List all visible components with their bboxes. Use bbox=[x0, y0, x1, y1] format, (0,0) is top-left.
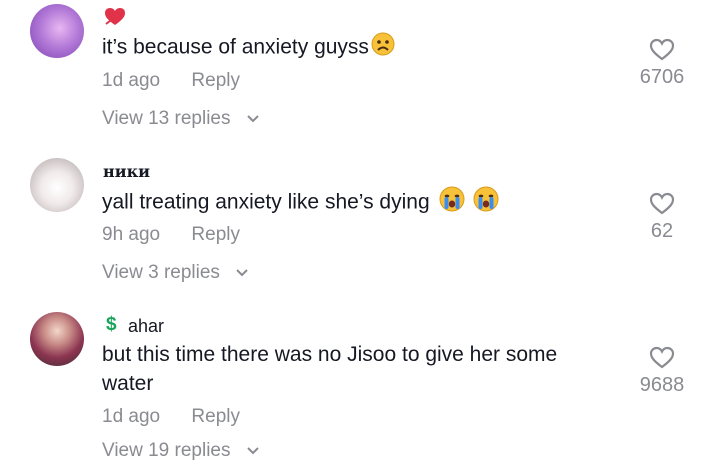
reply-button[interactable]: Reply bbox=[191, 406, 240, 428]
view-replies-button[interactable]: View 3 replies bbox=[102, 262, 249, 284]
comment-age: 9h ago bbox=[102, 224, 161, 245]
comment-text: it’s because of anxiety guyss bbox=[102, 32, 622, 64]
chevron-down-icon bbox=[246, 440, 260, 462]
comment-meta: 9h ago Reply bbox=[102, 224, 240, 246]
like-button[interactable]: 62 bbox=[627, 192, 697, 243]
like-button[interactable]: 6706 bbox=[627, 38, 697, 89]
like-count: 6706 bbox=[639, 66, 685, 88]
comment-meta: 1d ago Reply bbox=[102, 70, 240, 92]
avatar[interactable] bbox=[30, 4, 84, 58]
username[interactable]: ники bbox=[103, 162, 150, 181]
like-button[interactable]: 9688 bbox=[627, 346, 697, 397]
chevron-down-icon bbox=[246, 108, 260, 130]
comment-text: but this time there was no Jisoo to give… bbox=[102, 343, 558, 395]
avatar[interactable] bbox=[30, 312, 84, 366]
like-count: 9688 bbox=[639, 374, 685, 396]
heart-outline-icon bbox=[627, 346, 697, 370]
crying-face-icon bbox=[435, 186, 465, 220]
comment-meta: 1d ago Reply bbox=[102, 406, 240, 428]
like-count: 62 bbox=[650, 220, 674, 242]
frowning-face-icon bbox=[369, 32, 395, 64]
avatar[interactable] bbox=[30, 158, 84, 212]
view-replies-button[interactable]: View 19 replies bbox=[102, 440, 260, 462]
crying-face-icon bbox=[471, 186, 499, 220]
reply-button[interactable]: Reply bbox=[191, 224, 240, 246]
chevron-down-icon bbox=[235, 262, 249, 284]
heart-outline-icon bbox=[627, 38, 697, 62]
comment-text: yall treating anxiety like she’s dying bbox=[102, 186, 622, 220]
comment-item: it’s because of anxiety guyss 1d ago Rep… bbox=[0, 0, 712, 140]
comment-item: $ ahar but this time there was no Jisoo … bbox=[0, 306, 712, 462]
comment-age: 1d ago bbox=[102, 406, 161, 427]
heart-arrow-icon bbox=[104, 7, 126, 32]
view-replies-button[interactable]: View 13 replies bbox=[102, 108, 260, 130]
heart-outline-icon bbox=[627, 192, 697, 216]
reply-button[interactable]: Reply bbox=[191, 70, 240, 92]
dollar-sign-icon: $ bbox=[106, 314, 117, 335]
username[interactable]: ahar bbox=[128, 316, 164, 337]
comment-age: 1d ago bbox=[102, 70, 161, 91]
comment-item: ники yall treating anxiety like she’s dy… bbox=[0, 152, 712, 292]
